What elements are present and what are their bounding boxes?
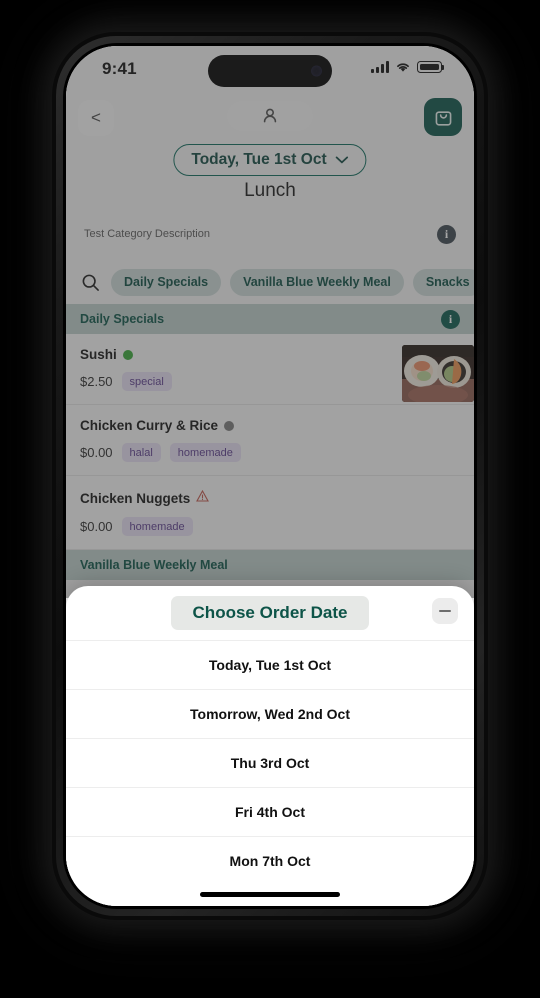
date-option-today[interactable]: Today, Tue 1st Oct [66,640,474,689]
front-camera-icon [311,65,322,77]
wifi-icon [397,63,409,72]
date-option-label: Fri 4th Oct [234,804,305,820]
screenshot-root: 9:41 < Today, Tue 1st Oct Lunch Test Cat… [0,0,540,998]
menu-item-tag: special [121,372,172,391]
minus-icon [439,610,451,612]
date-option-fri-4th-oct[interactable]: Fri 4th Oct [66,787,474,836]
chevron-down-icon [335,156,349,164]
status-time: 9:41 [102,59,137,78]
category-description: Test Category Description [84,228,210,240]
collapse-sheet-button[interactable] [432,598,458,624]
menu-item-name: Sushi [80,347,117,362]
filter-chip-vanilla-blue-weekly-meal[interactable]: Vanilla Blue Weekly Meal [230,268,404,296]
info-circle-icon[interactable]: i [437,224,456,244]
profile-button[interactable] [227,101,313,131]
dynamic-island [208,55,332,87]
item-meta-row: $0.00 homemade [80,517,460,536]
menu-section-header-vanilla-blue-weekly-meal[interactable]: Vanilla Blue Weekly Meal [66,550,474,580]
phone-screen: 9:41 < Today, Tue 1st Oct Lunch Test Cat… [66,46,474,906]
menu-section-header-daily-specials[interactable]: Daily Specials i [66,304,474,334]
menu-item-price: $2.50 [80,374,113,389]
nav-bar: < [66,94,474,142]
item-meta-row: $0.00 halal homemade [80,443,460,462]
choose-order-date-sheet: Choose Order Date Today, Tue 1st Oct Tom… [66,586,474,906]
date-option-label: Today, Tue 1st Oct [208,657,332,673]
menu-item-tag: homemade [121,517,193,536]
item-name-row: Chicken Nuggets [80,489,460,507]
menu-item-name: Chicken Nuggets [80,490,191,506]
cellular-signal-icon [371,61,389,73]
allergen-warning-icon [196,489,210,507]
section-title: Daily Specials [80,312,165,326]
filter-chip-label: Snacks [425,275,470,289]
menu-item-name: Chicken Curry & Rice [80,418,219,433]
menu-item-price: $0.00 [80,445,113,460]
filter-chip-label: Daily Specials [124,275,209,289]
grey-dot-icon [224,420,235,431]
date-option-thu-3rd-oct[interactable]: Thu 3rd Oct [66,738,474,787]
cart-button[interactable] [424,98,462,136]
menu-item-tag: homemade [169,443,241,462]
filter-chip-label: Vanilla Blue Weekly Meal [243,275,391,289]
chevron-left-icon: < [91,108,101,127]
shopping-bag-icon [435,110,451,126]
menu-item-tag: halal [121,443,161,462]
date-option-mon-7th-oct[interactable]: Mon 7th Oct [66,836,474,885]
green-dot-icon [122,349,133,360]
order-date-label: Today, Tue 1st Oct [191,151,327,168]
category-filter-row: Daily Specials Vanilla Blue Weekly Meal … [66,262,474,302]
back-button[interactable]: < [78,100,114,136]
home-indicator[interactable] [200,892,340,897]
order-date-selector[interactable]: Today, Tue 1st Oct [173,144,367,176]
status-indicators [371,61,445,73]
person-icon [263,108,277,123]
sheet-title: Choose Order Date [170,596,370,630]
status-bar: 9:41 [66,46,474,94]
sheet-header: Choose Order Date [66,586,474,640]
date-option-label: Thu 3rd Oct [230,755,310,771]
page-title: Lunch [244,180,296,201]
filter-chip-daily-specials[interactable]: Daily Specials [111,268,222,296]
menu-item-price: $0.00 [80,519,113,534]
menu-item-chicken-nuggets[interactable]: Chicken Nuggets $0.00 homemade [66,476,474,550]
section-title: Vanilla Blue Weekly Meal [80,558,228,572]
sushi-photo [402,345,474,402]
category-description-row: Test Category Description i [66,216,474,252]
search-button[interactable] [78,273,102,292]
date-option-label: Mon 7th Oct [229,853,311,869]
battery-full-icon [417,61,445,73]
menu-item-sushi[interactable]: Sushi $2.50 special [66,334,474,405]
date-option-tomorrow[interactable]: Tomorrow, Wed 2nd Oct [66,689,474,738]
info-circle-icon[interactable]: i [441,309,460,329]
search-icon [82,274,99,291]
item-name-row: Chicken Curry & Rice [80,418,460,433]
filter-chip-snacks[interactable]: Snacks [412,268,474,296]
date-option-label: Tomorrow, Wed 2nd Oct [190,706,350,722]
menu-item-chicken-curry-and-rice[interactable]: Chicken Curry & Rice $0.00 halal homemad… [66,405,474,476]
menu-item-thumbnail[interactable] [402,345,474,402]
